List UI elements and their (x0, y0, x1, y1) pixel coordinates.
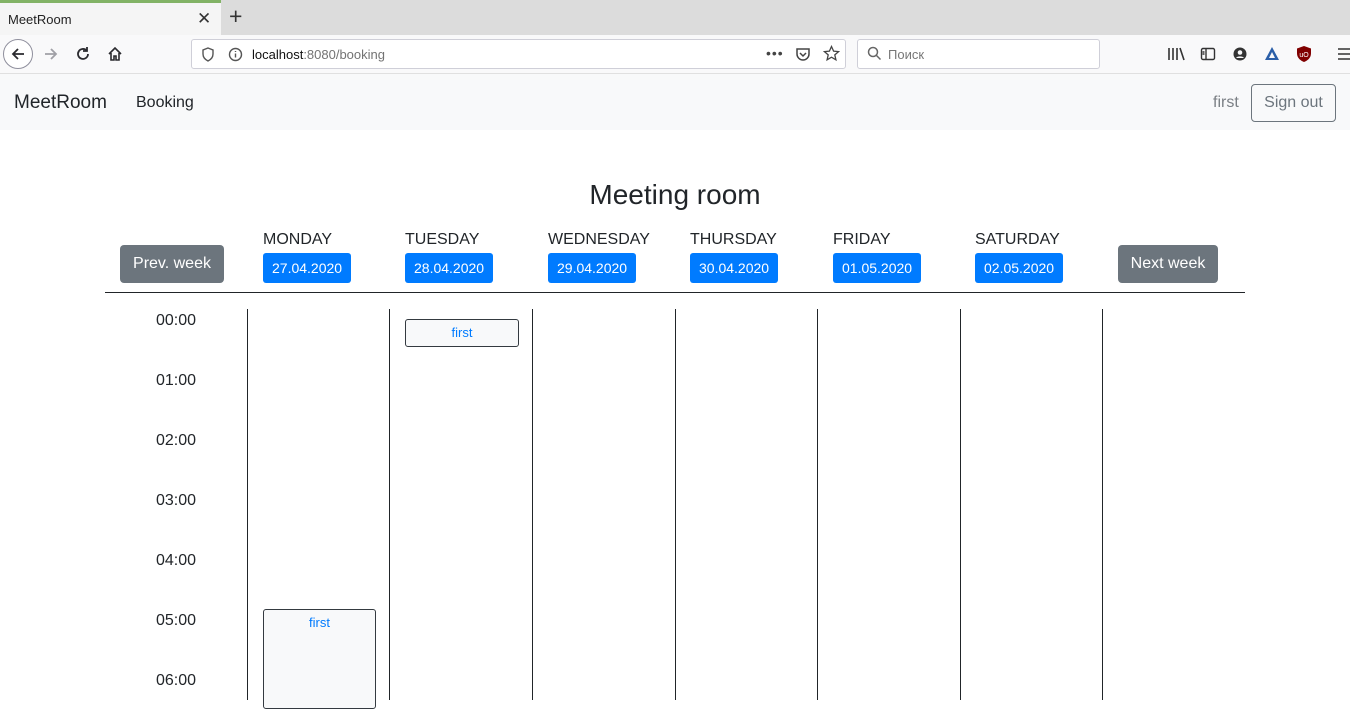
time-label: 00:00 (156, 312, 197, 329)
day-date-badge[interactable]: 29.04.2020 (548, 253, 637, 283)
day-date-badge[interactable]: 30.04.2020 (690, 253, 779, 283)
time-label: 06:00 (156, 672, 197, 689)
tab-title: MeetRoom (8, 12, 72, 27)
day-name: Friday (833, 231, 891, 248)
reload-icon[interactable] (68, 35, 98, 73)
column-divider (532, 309, 533, 700)
home-icon[interactable] (100, 35, 130, 73)
new-tab-button[interactable]: + (229, 3, 242, 30)
day-header-wednesday: Wednesday 29.04.2020 (548, 231, 650, 283)
browser-tab-strip: MeetRoom ✕ + (0, 0, 1350, 35)
current-user: first (1213, 94, 1239, 111)
column-divider (247, 309, 248, 700)
schedule-grid: 00:00 01:00 02:00 03:00 04:00 05:00 06:0… (0, 309, 1350, 709)
day-date-badge[interactable]: 01.05.2020 (833, 253, 922, 283)
day-date-badge[interactable]: 02.05.2020 (975, 253, 1064, 283)
ublock-shield-icon[interactable]: uO (1296, 45, 1312, 68)
shield-icon[interactable] (201, 47, 215, 67)
day-name: Wednesday (548, 231, 650, 248)
search-icon (867, 46, 882, 66)
day-date-badge[interactable]: 28.04.2020 (405, 253, 494, 283)
url-text: localhost:8080/booking (252, 47, 385, 62)
day-header-tuesday: Tuesday 28.04.2020 (405, 231, 494, 283)
browser-tab[interactable]: MeetRoom ✕ (0, 0, 221, 35)
extension-triangle-icon[interactable] (1263, 45, 1281, 68)
time-label: 02:00 (156, 432, 197, 449)
app-navbar: MeetRoom Booking first Sign out (0, 74, 1350, 130)
more-actions-icon[interactable]: ••• (766, 45, 784, 61)
day-header-saturday: Saturday 02.05.2020 (975, 231, 1064, 283)
day-name: Monday (263, 231, 333, 248)
booking-event[interactable]: first (263, 609, 376, 709)
time-label: 05:00 (156, 612, 197, 629)
menu-hamburger-icon[interactable] (1337, 47, 1350, 66)
column-divider (675, 309, 676, 700)
bookmark-star-icon[interactable] (822, 44, 841, 67)
info-icon[interactable] (228, 47, 243, 67)
booking-event[interactable]: first (405, 319, 519, 347)
back-button[interactable] (3, 35, 33, 73)
day-name: Tuesday (405, 231, 480, 248)
account-icon[interactable] (1232, 46, 1248, 67)
url-host: localhost (252, 47, 304, 62)
column-divider (389, 309, 390, 700)
page-title: Meeting room (589, 179, 761, 210)
svg-text:uO: uO (1299, 52, 1309, 59)
time-label: 03:00 (156, 492, 197, 509)
column-divider (817, 309, 818, 700)
next-week-button[interactable]: Next week (1118, 245, 1218, 283)
sign-out-button[interactable]: Sign out (1251, 84, 1336, 122)
search-placeholder: Поиск (888, 47, 925, 62)
time-label: 04:00 (156, 552, 197, 569)
day-name: Thursday (690, 231, 777, 248)
close-tab-icon[interactable]: ✕ (197, 9, 211, 29)
time-label: 01:00 (156, 372, 197, 389)
forward-arrow-icon[interactable] (36, 35, 66, 73)
day-header-thursday: Thursday 30.04.2020 (690, 231, 779, 283)
nav-booking-link[interactable]: Booking (136, 94, 194, 112)
column-divider (1102, 309, 1103, 700)
prev-week-button[interactable]: Prev. week (120, 245, 224, 283)
day-name: Saturday (975, 231, 1060, 248)
url-bar[interactable]: localhost:8080/booking ••• (191, 39, 846, 69)
back-arrow-icon (3, 39, 33, 69)
pocket-icon[interactable] (795, 46, 811, 67)
url-path: :8080/booking (303, 47, 385, 62)
browser-toolbar: localhost:8080/booking ••• Поиск uO (0, 35, 1350, 74)
day-header-monday: Monday 27.04.2020 (263, 231, 352, 283)
library-icon[interactable] (1167, 46, 1185, 67)
search-bar[interactable]: Поиск (857, 39, 1100, 69)
column-divider (960, 309, 961, 700)
day-date-badge[interactable]: 27.04.2020 (263, 253, 352, 283)
day-header-friday: Friday 01.05.2020 (833, 231, 922, 283)
sidebar-icon[interactable] (1200, 46, 1216, 67)
header-divider (105, 292, 1245, 293)
brand-link[interactable]: MeetRoom (14, 92, 107, 114)
